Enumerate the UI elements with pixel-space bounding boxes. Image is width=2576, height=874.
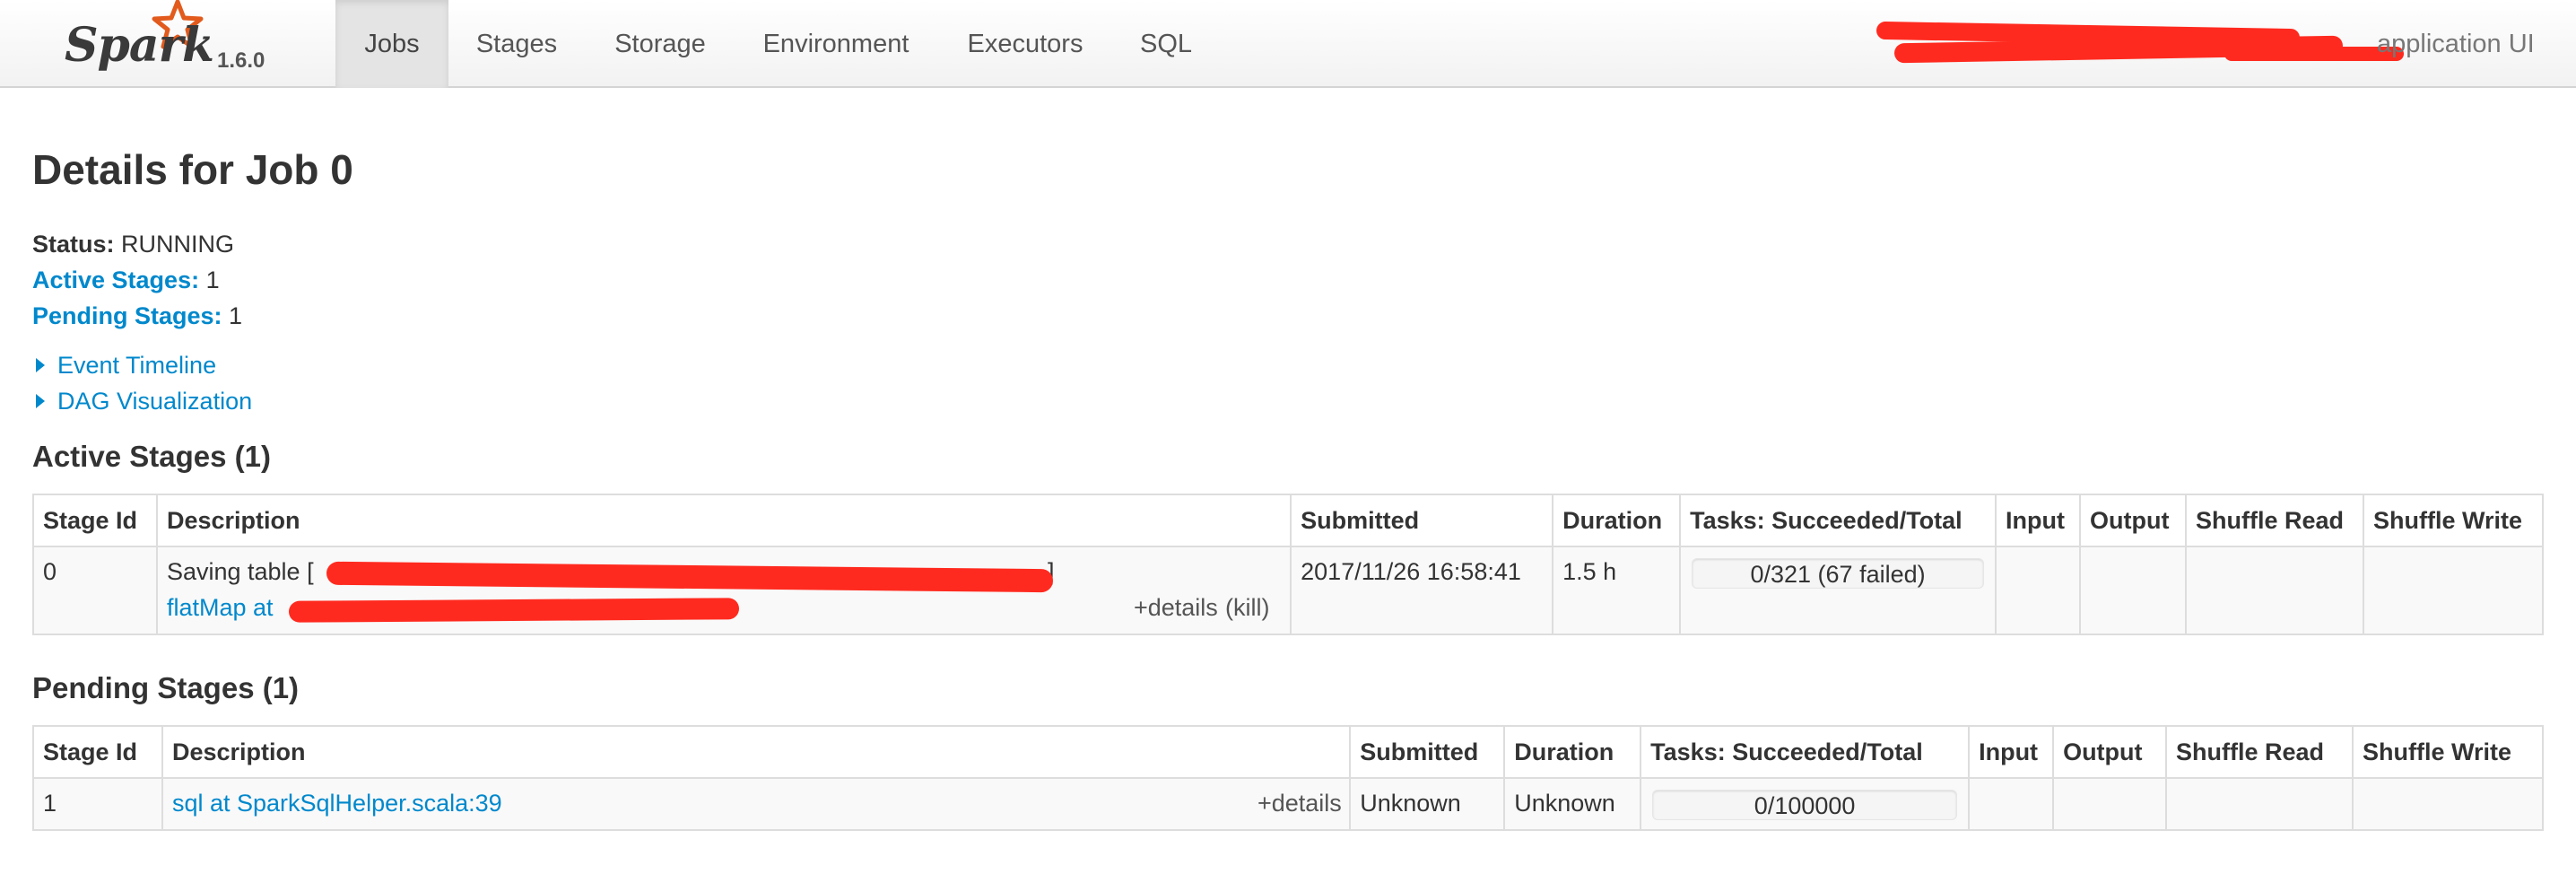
submitted-cell: Unknown [1349,777,1506,831]
table-row: 0 Saving table [ ] flatMap at +details (… [32,546,2545,635]
redaction-mark [288,598,740,623]
table-header-row: Stage Id Description Submitted Duration … [32,494,2545,547]
column-header[interactable]: Tasks: Succeeded/Total [1640,725,1971,779]
tasks-progress-label: 0/321 (67 failed) [1750,561,1926,588]
description-line: sql at SparkSqlHelper.scala:39 +details [172,790,1342,826]
redaction-mark [326,561,1054,593]
column-header[interactable]: Submitted [1349,725,1506,779]
brand-name: Spark [65,18,214,73]
column-header[interactable]: Stage Id [32,725,163,779]
active-stages-line: Active Stages: 1 [32,262,242,298]
output-cell [2052,777,2168,831]
pending-stages-heading: Pending Stages (1) [32,671,300,704]
column-header[interactable]: Output [2052,725,2168,779]
tab-sql[interactable]: SQL [1123,0,1209,88]
kill-link[interactable]: (kill) [1225,594,1269,622]
tab-executors[interactable]: Executors [947,0,1103,88]
active-stages-heading: Active Stages (1) [32,440,271,473]
pending-stages-count: 1 [229,302,243,329]
call-site-link[interactable]: flatMap at [167,594,274,621]
column-header[interactable]: Tasks: Succeeded/Total [1679,494,1997,547]
call-site-line: flatMap at +details (kill) [167,594,1281,630]
details-toggle[interactable]: +details [1134,594,1218,622]
column-header[interactable]: Submitted [1290,494,1554,547]
event-timeline-toggle[interactable]: Event Timeline [32,352,216,380]
status-line: Status: RUNNING [32,226,242,262]
submitted-cell: 2017/11/26 16:58:41 [1290,546,1554,635]
status-value: RUNNING [121,231,235,258]
tab-storage[interactable]: Storage [594,0,727,88]
column-header[interactable]: Stage Id [32,494,158,547]
table-header-row: Stage Id Description Submitted Duration … [32,725,2545,779]
details-toggle[interactable]: +details [1258,790,1342,817]
duration-cell: Unknown [1503,777,1642,831]
shuffle-read-cell [2165,777,2354,831]
event-timeline-label: Event Timeline [57,352,217,379]
column-header[interactable]: Output [2079,494,2187,547]
job-summary: Status: RUNNING Active Stages: 1 Pending… [32,226,242,334]
tab-environment[interactable]: Environment [748,0,924,88]
tasks-progress-bar: 0/321 (67 failed) [1692,558,1985,589]
shuffle-read-cell [2185,546,2364,635]
output-cell [2079,546,2187,635]
column-header[interactable]: Duration [1552,494,1682,547]
description-cell: sql at SparkSqlHelper.scala:39 +details [161,777,1352,831]
expand-arrow-icon [36,358,45,372]
column-header[interactable]: Input [1968,725,2055,779]
tasks-progress-label: 0/100000 [1754,792,1856,819]
input-cell [1968,777,2055,831]
shuffle-write-cell [2351,777,2545,831]
active-stages-table: Stage Id Description Submitted Duration … [32,494,2545,635]
description-cell: Saving table [ ] flatMap at +details (ki… [155,546,1292,635]
pending-stages-link[interactable]: Pending Stages: [32,302,222,329]
dag-visualization-label: DAG Visualization [57,388,253,415]
expand-arrow-icon [36,394,45,408]
brand-version: 1.6.0 [217,48,265,73]
description-link[interactable]: sql at SparkSqlHelper.scala:39 [172,790,502,817]
tasks-cell: 0/100000 [1640,777,1971,831]
description-line: Saving table [ ] [167,558,1281,594]
table-row: 1 sql at SparkSqlHelper.scala:39 +detail… [32,777,2545,831]
dag-visualization-toggle[interactable]: DAG Visualization [32,388,252,415]
pending-stages-line: Pending Stages: 1 [32,298,242,334]
status-label: Status: [32,231,115,258]
input-cell [1995,546,2082,635]
tab-jobs[interactable]: Jobs [335,0,448,88]
tab-stages[interactable]: Stages [457,0,576,88]
column-header[interactable]: Shuffle Write [2351,725,2545,779]
column-header[interactable]: Shuffle Write [2362,494,2545,547]
column-header[interactable]: Input [1995,494,2082,547]
description-text: Saving table [ [166,558,314,585]
column-header[interactable]: Shuffle Read [2165,725,2354,779]
active-stages-link[interactable]: Active Stages: [32,267,199,293]
shuffle-write-cell [2362,546,2545,635]
duration-cell: 1.5 h [1552,546,1682,635]
tasks-progress-bar: 0/100000 [1652,790,1958,820]
active-stages-count: 1 [205,267,220,293]
column-header[interactable]: Shuffle Read [2185,494,2364,547]
pending-stages-table: Stage Id Description Submitted Duration … [32,725,2545,831]
column-header[interactable]: Description [155,494,1292,547]
spark-logo[interactable]: Spark 1.6.0 [65,0,298,88]
stage-id-cell: 1 [32,777,163,831]
column-header[interactable]: Duration [1503,725,1642,779]
stage-id-cell: 0 [32,546,158,635]
column-header[interactable]: Description [161,725,1352,779]
tasks-cell: 0/321 (67 failed) [1679,546,1997,635]
app-title: application UI [2377,30,2535,58]
top-navbar: Spark 1.6.0 Jobs Stages Storage Environm… [0,0,2576,88]
page-title: Details for Job 0 [32,146,353,193]
